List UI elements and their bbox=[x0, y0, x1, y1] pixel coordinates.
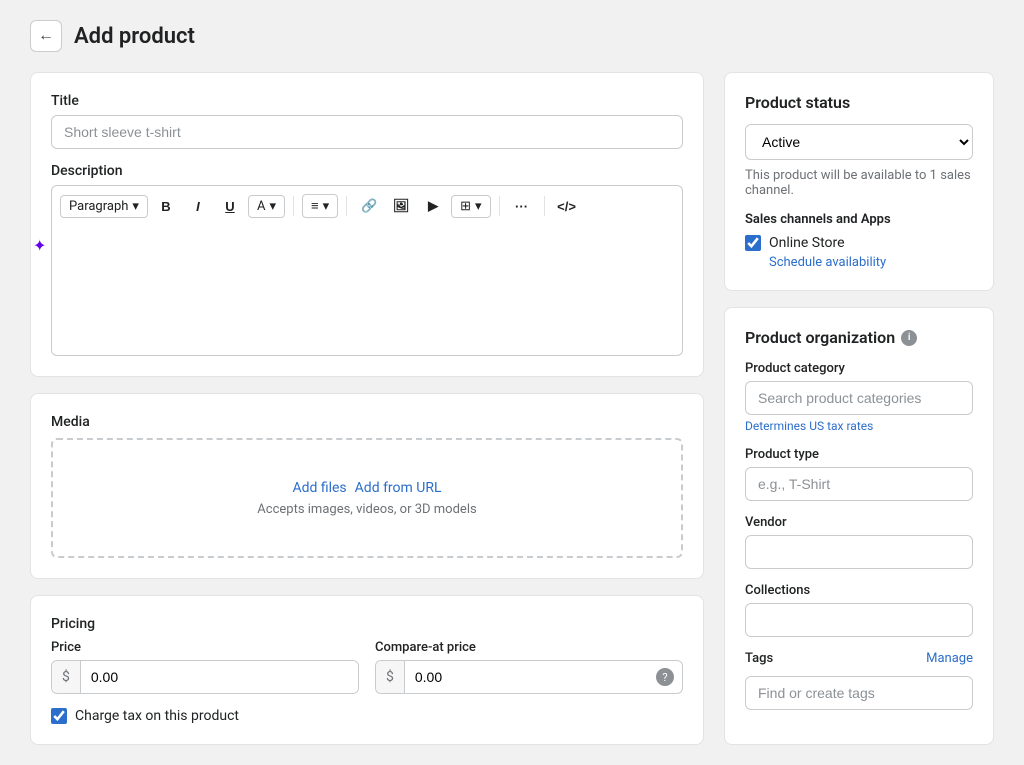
category-input[interactable] bbox=[745, 381, 973, 415]
price-input[interactable] bbox=[81, 661, 358, 693]
pricing-title: Pricing bbox=[51, 616, 683, 632]
vendor-field-group: Vendor bbox=[745, 515, 973, 569]
more-button[interactable]: ··· bbox=[508, 192, 536, 220]
status-hint: This product will be available to 1 sale… bbox=[745, 168, 973, 198]
online-store-checkbox[interactable] bbox=[745, 235, 761, 251]
link-button[interactable]: 🔗 bbox=[355, 192, 383, 220]
compare-input[interactable] bbox=[405, 661, 656, 693]
tax-link[interactable]: Determines US tax rates bbox=[745, 419, 973, 433]
paragraph-label: Paragraph bbox=[69, 199, 128, 214]
left-column: Title Description Paragraph ▾ B I U A ▾ bbox=[30, 72, 704, 745]
collections-field-group: Collections bbox=[745, 583, 973, 637]
align-dropdown[interactable]: ≡ ▾ bbox=[302, 194, 338, 218]
tags-input[interactable] bbox=[745, 676, 973, 710]
product-info-card: Title Description Paragraph ▾ B I U A ▾ bbox=[30, 72, 704, 377]
add-url-link[interactable]: Add from URL bbox=[355, 480, 442, 496]
price-prefix: $ bbox=[52, 661, 81, 693]
bold-button[interactable]: B bbox=[152, 192, 180, 220]
align-icon: ≡ bbox=[311, 198, 319, 214]
product-type-field-group: Product type bbox=[745, 447, 973, 501]
media-card: Media Add files Add from URL Accepts ima… bbox=[30, 393, 704, 579]
table-dropdown[interactable]: ⊞ ▾ bbox=[451, 195, 490, 218]
sales-channels-title: Sales channels and Apps bbox=[745, 212, 973, 227]
main-layout: Title Description Paragraph ▾ B I U A ▾ bbox=[30, 72, 994, 745]
media-links: Add files Add from URL bbox=[292, 480, 441, 496]
price-label: Price bbox=[51, 640, 359, 655]
status-select[interactable]: Active Draft bbox=[745, 124, 973, 160]
back-button[interactable]: ← bbox=[30, 20, 62, 52]
collections-label: Collections bbox=[745, 583, 973, 598]
page-header: ← Add product bbox=[30, 20, 994, 52]
ai-icon[interactable]: ✦ bbox=[33, 236, 46, 255]
category-field-group: Product category Determines US tax rates bbox=[745, 361, 973, 433]
product-organization-card: Product organization i Product category … bbox=[724, 307, 994, 745]
editor-toolbar: Paragraph ▾ B I U A ▾ ≡ ▾ bbox=[51, 185, 683, 226]
product-type-label: Product type bbox=[745, 447, 973, 462]
category-label: Product category bbox=[745, 361, 973, 376]
text-color-dropdown[interactable]: A ▾ bbox=[248, 195, 285, 218]
media-hint: Accepts images, videos, or 3D models bbox=[257, 502, 476, 517]
image-button[interactable]: 🖼 bbox=[387, 192, 415, 220]
online-store-label: Online Store bbox=[769, 235, 845, 251]
product-type-input[interactable] bbox=[745, 467, 973, 501]
code-button[interactable]: </> bbox=[553, 192, 581, 220]
back-icon: ← bbox=[38, 27, 54, 45]
italic-button[interactable]: I bbox=[184, 192, 212, 220]
manage-link[interactable]: Manage bbox=[926, 651, 973, 666]
text-color-label: A bbox=[257, 199, 265, 214]
tags-label: Tags bbox=[745, 651, 773, 666]
vendor-input[interactable] bbox=[745, 535, 973, 569]
product-status-title: Product status bbox=[745, 93, 973, 112]
toolbar-divider-3 bbox=[499, 196, 500, 216]
page-title: Add product bbox=[74, 24, 195, 49]
editor-wrapper: ✦ bbox=[51, 226, 683, 356]
media-dropzone[interactable]: Add files Add from URL Accepts images, v… bbox=[51, 438, 683, 558]
video-button[interactable]: ▶ bbox=[419, 192, 447, 220]
description-label: Description bbox=[51, 163, 683, 179]
tags-header: Tags Manage bbox=[745, 651, 973, 666]
title-label: Title bbox=[51, 93, 683, 109]
toolbar-divider-1 bbox=[293, 196, 294, 216]
title-input[interactable] bbox=[51, 115, 683, 149]
table-icon: ⊞ bbox=[460, 199, 471, 214]
page-container: ← Add product Title Description Paragrap… bbox=[0, 0, 1024, 765]
compare-input-wrap: $ ? bbox=[375, 660, 683, 694]
tags-field-group: Tags Manage bbox=[745, 651, 973, 710]
compare-help-icon[interactable]: ? bbox=[656, 668, 674, 686]
paragraph-dropdown[interactable]: Paragraph ▾ bbox=[60, 195, 148, 218]
price-field: Price $ bbox=[51, 640, 359, 694]
right-column: Product status Active Draft This product… bbox=[724, 72, 994, 745]
org-title-text: Product organization bbox=[745, 328, 895, 347]
info-icon[interactable]: i bbox=[901, 330, 917, 346]
schedule-link[interactable]: Schedule availability bbox=[769, 255, 973, 270]
charge-tax-row: Charge tax on this product bbox=[51, 708, 683, 724]
chevron-down-icon-4: ▾ bbox=[475, 199, 482, 214]
org-title: Product organization i bbox=[745, 328, 973, 347]
add-files-link[interactable]: Add files bbox=[292, 480, 346, 496]
pricing-row: Price $ Compare-at price $ ? bbox=[51, 640, 683, 694]
channel-row: Online Store bbox=[745, 235, 973, 251]
chevron-down-icon-3: ▾ bbox=[323, 199, 330, 214]
description-editor[interactable] bbox=[51, 226, 683, 356]
charge-tax-checkbox[interactable] bbox=[51, 708, 67, 724]
pricing-card: Pricing Price $ Compare-at price $ bbox=[30, 595, 704, 745]
compare-price-field: Compare-at price $ ? bbox=[375, 640, 683, 694]
product-status-card: Product status Active Draft This product… bbox=[724, 72, 994, 291]
compare-prefix: $ bbox=[376, 661, 405, 693]
media-title: Media bbox=[51, 414, 683, 430]
toolbar-divider-4 bbox=[544, 196, 545, 216]
compare-label: Compare-at price bbox=[375, 640, 683, 655]
charge-tax-label: Charge tax on this product bbox=[75, 708, 239, 724]
underline-button[interactable]: U bbox=[216, 192, 244, 220]
vendor-label: Vendor bbox=[745, 515, 973, 530]
chevron-down-icon: ▾ bbox=[132, 199, 139, 214]
collections-input[interactable] bbox=[745, 603, 973, 637]
price-input-wrap: $ bbox=[51, 660, 359, 694]
chevron-down-icon-2: ▾ bbox=[269, 199, 276, 214]
toolbar-divider-2 bbox=[346, 196, 347, 216]
